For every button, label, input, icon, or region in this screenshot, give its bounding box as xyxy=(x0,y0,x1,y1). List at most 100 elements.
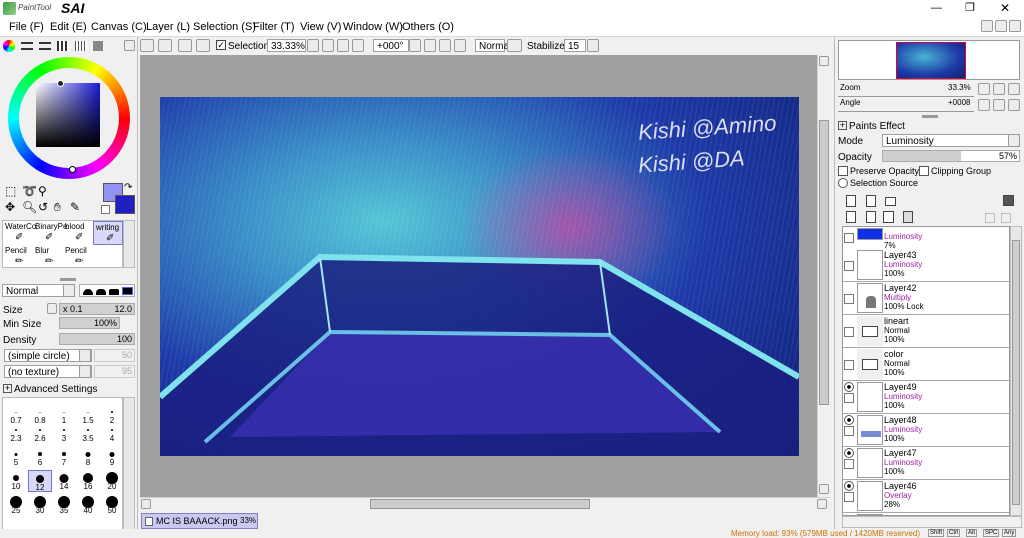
advanced-settings-label[interactable]: Advanced Settings xyxy=(14,384,97,395)
tool-slot-blur[interactable]: Blur ✏ xyxy=(33,245,63,269)
layer-mode-select[interactable]: Luminosity xyxy=(882,134,1020,147)
nav-zoom-out-button[interactable] xyxy=(978,83,990,95)
zoom-reset-button[interactable] xyxy=(352,39,364,52)
color-square[interactable] xyxy=(36,83,100,147)
scroll-down-arrow[interactable] xyxy=(819,484,829,494)
nav-zoom-in-button[interactable] xyxy=(993,83,1005,95)
layer-visibility-checkbox[interactable] xyxy=(844,360,854,370)
color-picker-handle[interactable] xyxy=(57,80,64,87)
stabilizer-field[interactable]: 15 xyxy=(564,39,586,52)
brush-size-scrollbar[interactable] xyxy=(123,397,135,530)
menu-canvas[interactable]: Canvas (C) xyxy=(91,21,147,33)
brush-size-2.6[interactable]: 2.6 xyxy=(28,422,52,444)
tool-slot-pencil-2[interactable]: Pencil ✏ xyxy=(63,245,93,269)
rotate-left-button[interactable] xyxy=(424,39,436,52)
brush-size-3.5[interactable]: 3.5 xyxy=(76,422,100,444)
rotate-icon[interactable]: ↺ xyxy=(38,200,48,214)
canvas-vertical-scrollbar[interactable] xyxy=(817,55,830,497)
menu-view[interactable]: View (V) xyxy=(300,21,341,33)
brush-size-10[interactable]: 10 xyxy=(4,470,28,492)
zoom-icon[interactable]: 🔍︎ xyxy=(22,200,37,214)
mdi-close-button[interactable] xyxy=(1009,20,1021,32)
layer-row[interactable]: Layer43 Luminosity 100% xyxy=(843,249,1009,282)
lock-move-icon[interactable] xyxy=(1001,213,1011,223)
swap-colors-icon[interactable]: ↷ xyxy=(124,182,132,193)
layer-visibility-checkbox[interactable] xyxy=(844,426,854,436)
brush-size-16[interactable]: 16 xyxy=(76,470,100,492)
deselect-button[interactable] xyxy=(178,39,192,52)
document-tab[interactable]: MC IS BAAACK.png 33% xyxy=(141,513,258,529)
paints-effect-toggle[interactable]: + xyxy=(838,121,847,130)
eye-icon[interactable] xyxy=(844,448,854,458)
move-icon[interactable]: ✥ xyxy=(5,200,15,214)
scroll-up-arrow[interactable] xyxy=(819,56,829,66)
brush-shape-strength[interactable]: 50 xyxy=(94,349,135,362)
brush-shape-dropdown[interactable] xyxy=(79,349,91,362)
layer-visibility-checkbox[interactable] xyxy=(844,459,854,469)
layer-visibility-checkbox[interactable] xyxy=(844,294,854,304)
undo-button[interactable] xyxy=(140,39,154,52)
minimize-button[interactable]: — xyxy=(931,2,942,14)
maximize-button[interactable]: ❐ xyxy=(965,1,975,14)
brush-size-4[interactable]: 4 xyxy=(100,422,124,444)
menu-layer[interactable]: Layer (L) xyxy=(146,21,190,33)
rgb-slider-tab-icon[interactable] xyxy=(21,42,33,50)
brush-size-50[interactable]: 50 xyxy=(100,494,124,516)
preserve-opacity-checkbox[interactable] xyxy=(838,166,848,176)
layer-horizontal-scrollbar[interactable] xyxy=(842,516,1022,528)
layer-visibility-checkbox[interactable] xyxy=(844,327,854,337)
canvas-horizontal-scrollbar[interactable] xyxy=(140,497,830,510)
lasso-icon[interactable]: ➰ xyxy=(22,184,37,198)
stabilizer-dropdown[interactable] xyxy=(587,39,599,52)
eyedropper-icon[interactable]: ✎ xyxy=(70,200,80,214)
brush-size-12[interactable]: 12 xyxy=(28,470,52,492)
density-slider[interactable]: 100 xyxy=(59,333,135,345)
tool-slot-writing[interactable]: writing ✐ xyxy=(93,221,123,245)
layer-mode-dropdown[interactable] xyxy=(1008,134,1020,147)
layer-row[interactable]: Layer48 Luminosity 100% xyxy=(843,414,1009,447)
view-blend-field[interactable]: Normal xyxy=(475,39,511,52)
tool-slot-pencil[interactable]: Pencil ✏ xyxy=(3,245,33,269)
brush-size-20[interactable]: 20 xyxy=(100,470,124,492)
brush-texture-strength[interactable]: 95 xyxy=(94,365,135,378)
layer-visibility-checkbox[interactable] xyxy=(844,393,854,403)
eye-icon[interactable] xyxy=(844,481,854,491)
magic-wand-icon[interactable]: ⚲ xyxy=(38,184,47,198)
redo-button[interactable] xyxy=(158,39,172,52)
brush-size-2.3[interactable]: 2.3 xyxy=(4,422,28,444)
brush-size-40[interactable]: 40 xyxy=(76,494,100,516)
zoom-in-button[interactable] xyxy=(337,39,349,52)
merge-down-icon[interactable] xyxy=(866,211,876,223)
selection-checkbox[interactable]: ✓ xyxy=(216,40,226,50)
brush-size-9[interactable]: 9 xyxy=(100,446,124,468)
hsv-slider-tab-icon[interactable] xyxy=(39,42,51,50)
brush-edge-selector[interactable] xyxy=(79,284,135,297)
invert-selection-button[interactable] xyxy=(196,39,210,52)
brush-mode-dropdown[interactable] xyxy=(63,284,75,297)
tool-slot-blood[interactable]: blood ✐ xyxy=(63,221,93,245)
flip-view-button[interactable] xyxy=(507,39,522,52)
panel-divider-right[interactable] xyxy=(922,115,938,118)
mixer-tab-icon[interactable] xyxy=(75,41,87,51)
zoom-field[interactable]: 33.33% xyxy=(267,39,306,52)
brush-size-25[interactable]: 25 xyxy=(4,494,28,516)
hue-handle[interactable] xyxy=(69,166,76,173)
menu-selection[interactable]: Selection (S) xyxy=(193,21,256,33)
layer-row[interactable]: Layer49 Luminosity 100% xyxy=(843,381,1009,414)
menu-others[interactable]: Others (O) xyxy=(402,21,454,33)
navigator-preview[interactable] xyxy=(838,40,1020,80)
vertical-scroll-thumb[interactable] xyxy=(819,120,829,405)
layer-list-scrollbar[interactable] xyxy=(1010,226,1022,516)
panel-option-icon[interactable] xyxy=(1003,195,1014,206)
layer-row[interactable]: Layer46 Overlay 28% xyxy=(843,480,1009,513)
new-layer-icon[interactable] xyxy=(846,195,856,207)
menu-file[interactable]: File (F) xyxy=(9,21,44,33)
selection-source-checkbox[interactable] xyxy=(838,178,848,188)
color-mode-tabs[interactable] xyxy=(3,40,103,52)
menu-window[interactable]: Window (W) xyxy=(343,21,403,33)
eye-icon[interactable] xyxy=(844,415,854,425)
edge-shape-2-icon[interactable] xyxy=(96,289,106,295)
layer-row[interactable]: Layer42 Multiply 100% Lock xyxy=(843,282,1009,315)
rotate-reset-button[interactable] xyxy=(454,39,466,52)
brush-size-7[interactable]: 7 xyxy=(52,446,76,468)
